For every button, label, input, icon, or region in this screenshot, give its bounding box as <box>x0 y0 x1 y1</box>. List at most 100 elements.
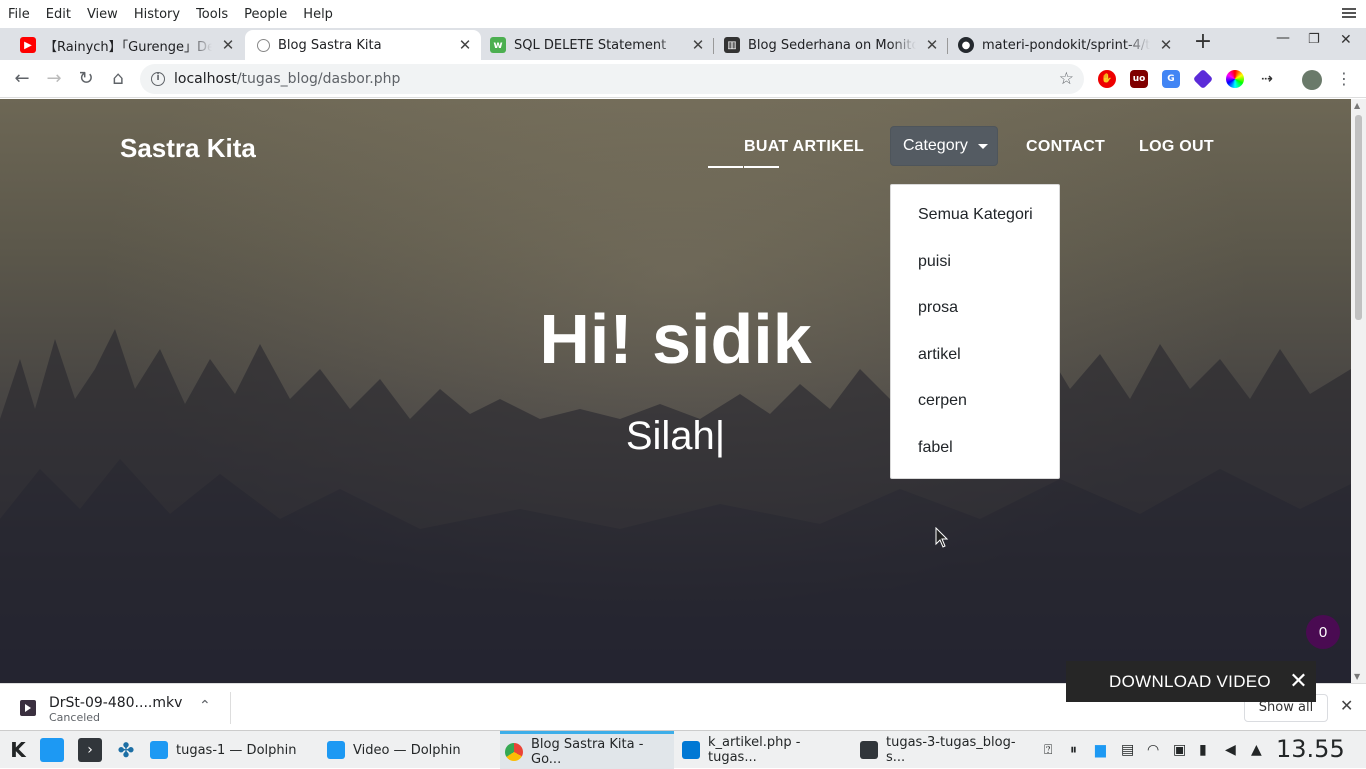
close-icon[interactable]: ✕ <box>924 36 940 54</box>
network-icon[interactable]: ✤ <box>114 738 138 762</box>
kde-launcher-icon[interactable]: K <box>6 738 30 762</box>
close-icon[interactable]: ✕ <box>1158 36 1174 54</box>
hero-subtitle: Silah| <box>625 414 726 458</box>
task-label: Blog Sastra Kita - Go... <box>531 736 644 767</box>
tab-github[interactable]: ● materi-pondokit/sprint-4/tugas ✕ <box>946 30 1182 60</box>
notification-badge[interactable]: 0 <box>1306 615 1340 649</box>
vscode-icon <box>682 741 700 759</box>
tab-title: SQL DELETE Statement <box>514 37 667 53</box>
task-vscode[interactable]: k_artikel.php - tugas... <box>682 731 850 769</box>
task-label: tugas-1 — Dolphin <box>176 742 297 758</box>
close-icon[interactable]: ✕ <box>220 36 236 54</box>
restore-icon[interactable]: ❐ <box>1308 32 1320 47</box>
tab-title: Blog Sederhana on Monitor <box>748 37 916 53</box>
browser-toolbar: ← → ↻ ⌂ i localhost/tugas_blog/dasbor.ph… <box>0 60 1366 98</box>
menu-file[interactable]: File <box>0 7 38 22</box>
back-icon[interactable]: ← <box>12 69 32 89</box>
scroll-down-icon[interactable]: ▼ <box>1354 672 1360 681</box>
nav-buat-artikel[interactable]: BUAT ARTIKEL <box>744 138 864 156</box>
reload-icon[interactable]: ↻ <box>76 69 96 89</box>
color-picker-icon[interactable] <box>1226 70 1244 88</box>
nav-underline-left <box>708 166 743 168</box>
url-host: localhost <box>174 71 237 87</box>
translate-icon[interactable]: G <box>1162 70 1180 88</box>
site-brand[interactable]: Sastra Kita <box>120 133 256 164</box>
url-path: /tugas_blog/dasbor.php <box>236 71 401 87</box>
help-icon[interactable]: ⍰ <box>1044 742 1052 758</box>
menu-tools[interactable]: Tools <box>188 7 236 22</box>
battery-icon[interactable]: ▮ <box>1199 742 1207 758</box>
chevron-up-icon[interactable]: ⌃ <box>199 698 211 714</box>
minimize-icon[interactable]: — <box>1276 30 1290 46</box>
tab-strip: ▶ 【Rainych】「Gurenge」Demon Slayer ✕ Blog … <box>0 28 1366 60</box>
hamburger-icon[interactable] <box>1342 6 1356 20</box>
tab-blog-sastra-kita[interactable]: Blog Sastra Kita ✕ <box>245 30 481 60</box>
task-dolphin-video[interactable]: Video — Dolphin <box>327 731 492 769</box>
tab-sql-delete[interactable]: w SQL DELETE Statement ✕ <box>478 30 714 60</box>
dolphin-icon <box>150 741 168 759</box>
scroll-up-icon[interactable]: ▲ <box>1354 101 1360 110</box>
home-icon[interactable]: ⌂ <box>108 69 128 89</box>
ublock-icon[interactable]: uo <box>1130 70 1148 88</box>
extension-arrow-icon[interactable]: ⇢ <box>1258 70 1276 88</box>
download-video-popup[interactable]: DOWNLOAD VIDEO ✕ <box>1066 661 1316 702</box>
tab-title: materi-pondokit/sprint-4/tugas <box>982 37 1150 53</box>
menu-history[interactable]: History <box>126 7 188 22</box>
forward-icon[interactable]: → <box>44 69 64 89</box>
nav-underline-right <box>744 166 779 168</box>
device-icon[interactable]: ▣ <box>1173 742 1186 758</box>
info-icon[interactable]: i <box>151 72 165 86</box>
close-icon[interactable]: ✕ <box>457 36 473 54</box>
nav-contact[interactable]: CONTACT <box>1026 138 1105 156</box>
menu-bar: File Edit View History Tools People Help <box>0 0 1366 28</box>
mouse-cursor-icon <box>935 527 949 548</box>
adblock-icon[interactable]: ✋ <box>1098 70 1116 88</box>
clipboard-icon[interactable]: ▤ <box>1121 742 1134 758</box>
caret-down-icon <box>977 143 988 149</box>
terminal-launcher-icon[interactable]: › <box>78 738 102 762</box>
tray-expand-icon[interactable]: ▲ <box>1251 742 1262 758</box>
menu-people[interactable]: People <box>236 7 295 22</box>
task-chrome[interactable]: Blog Sastra Kita - Go... <box>500 731 674 769</box>
wifi-icon[interactable]: ◠ <box>1147 742 1159 758</box>
extension-diamond-icon[interactable] <box>1192 68 1214 90</box>
tab-youtube[interactable]: ▶ 【Rainych】「Gurenge」Demon Slayer ✕ <box>8 30 244 60</box>
menu-help[interactable]: Help <box>295 7 341 22</box>
file-manager-icon[interactable] <box>40 738 64 762</box>
profile-avatar[interactable] <box>1302 70 1322 90</box>
github-icon: ● <box>958 37 974 53</box>
pause-icon[interactable]: ⏸ <box>1070 742 1077 758</box>
volume-icon[interactable]: ◀ <box>1225 742 1236 758</box>
task-terminal[interactable]: tugas-3-tugas_blog-s... <box>860 731 1032 769</box>
nav-logout[interactable]: LOG OUT <box>1139 138 1214 156</box>
new-tab-button[interactable]: + <box>1192 31 1214 54</box>
clock[interactable]: 13.55 <box>1276 735 1345 763</box>
address-bar[interactable]: i localhost/tugas_blog/dasbor.php ☆ <box>140 64 1084 94</box>
chat-icon[interactable]: ▆ <box>1095 742 1106 758</box>
page-scrollbar[interactable]: ▲ ▼ <box>1351 99 1366 683</box>
close-icon[interactable]: ✕ <box>1289 668 1308 694</box>
scrollbar-thumb[interactable] <box>1355 115 1362 320</box>
tab-trello[interactable]: ▥ Blog Sederhana on Monitor ✕ <box>712 30 948 60</box>
dolphin-icon <box>327 741 345 759</box>
dropdown-item-puisi[interactable]: puisi <box>891 242 1059 289</box>
loading-icon <box>257 38 270 52</box>
close-icon[interactable]: ✕ <box>690 36 706 54</box>
menu-view[interactable]: View <box>79 7 126 22</box>
download-filename[interactable]: DrSt-09-480....mkv <box>49 695 182 711</box>
kebab-menu-icon[interactable]: ⋮ <box>1334 69 1354 89</box>
task-label: Video — Dolphin <box>353 742 461 758</box>
close-icon[interactable]: ✕ <box>1340 696 1353 715</box>
window-close-icon[interactable]: ✕ <box>1340 32 1352 48</box>
category-label: Category <box>903 137 968 154</box>
dropdown-item-semua-kategori[interactable]: Semua Kategori <box>891 195 1059 242</box>
category-dropdown-button[interactable]: Category <box>890 126 998 166</box>
page-viewport: Sastra Kita BUAT ARTIKEL Category CONTAC… <box>0 99 1351 683</box>
tab-title: 【Rainych】「Gurenge」Demon Slayer <box>44 39 212 55</box>
bookmark-star-icon[interactable]: ☆ <box>1059 69 1074 89</box>
menu-edit[interactable]: Edit <box>38 7 79 22</box>
task-dolphin-tugas[interactable]: tugas-1 — Dolphin <box>148 731 318 769</box>
task-label: tugas-3-tugas_blog-s... <box>886 735 1016 765</box>
task-label: k_artikel.php - tugas... <box>708 735 801 765</box>
w3schools-icon: w <box>490 37 506 53</box>
